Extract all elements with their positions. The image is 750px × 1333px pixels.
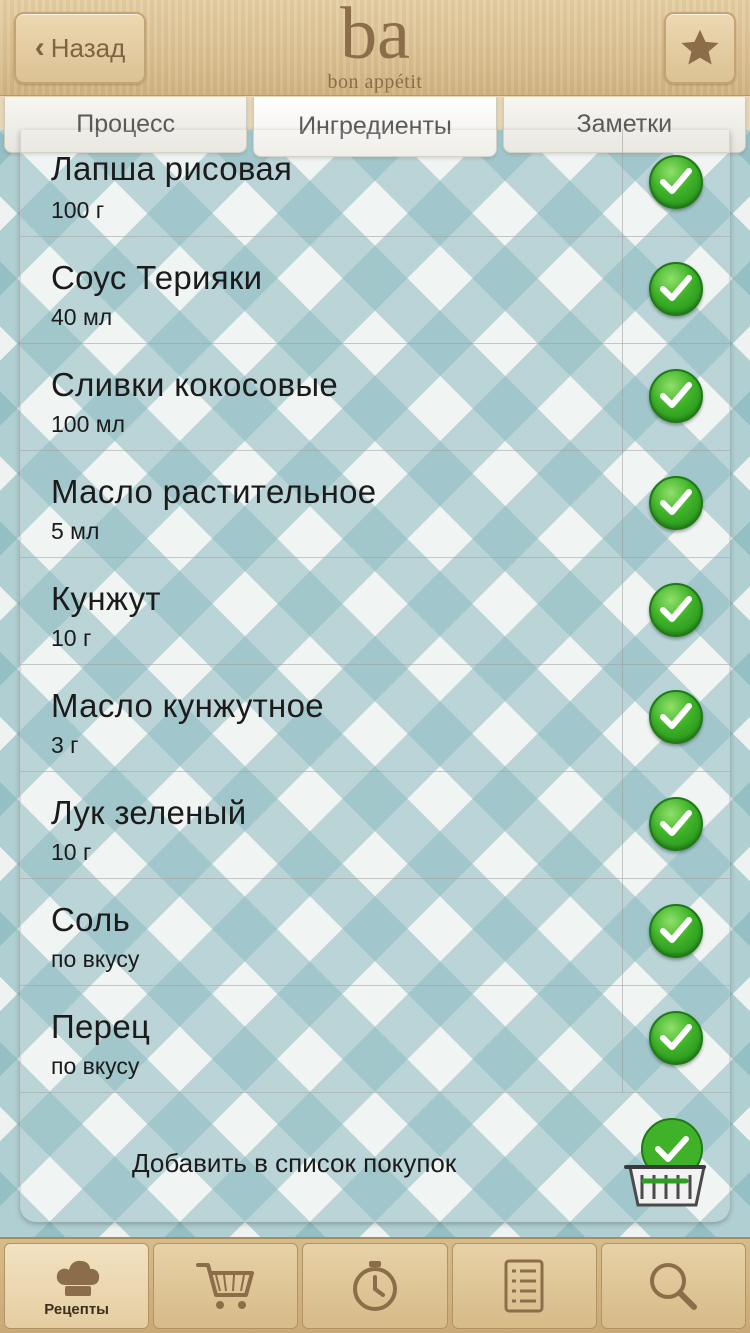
ingredient-name: Лук зеленый: [51, 794, 247, 831]
checkmark-icon[interactable]: [649, 262, 703, 316]
list-item[interactable]: Соус Терияки 40 мл: [20, 237, 730, 344]
list-item[interactable]: Масло кунжутное 3 г: [20, 665, 730, 772]
nav-recipes-label: Рецепты: [44, 1300, 109, 1318]
nav-recipes[interactable]: Рецепты: [4, 1243, 150, 1329]
star-icon: [681, 29, 719, 65]
list-item[interactable]: Кунжут 10 г: [20, 558, 730, 665]
checkmark-icon[interactable]: [649, 1011, 703, 1065]
add-to-list-label: Добавить в список покупок: [132, 1148, 457, 1178]
ingredient-quantity: 10 г: [51, 625, 92, 651]
back-button-label: Назад: [50, 32, 126, 63]
back-button[interactable]: ‹ Назад: [14, 12, 146, 84]
nav-timer[interactable]: [302, 1243, 448, 1329]
app-logo: ba bon appétit: [300, 0, 450, 94]
chevron-left-icon: ‹: [34, 31, 45, 64]
chef-hat-icon: [56, 1260, 99, 1296]
list-item[interactable]: Масло растительное 5 мл: [20, 451, 730, 558]
checkmark-icon[interactable]: [649, 476, 703, 530]
list-item[interactable]: Лук зеленый 10 г: [20, 772, 730, 879]
nav-search[interactable]: [600, 1243, 747, 1329]
ingredient-name: Соус Терияки: [51, 259, 263, 296]
list-item[interactable]: Сливки кокосовые 100 мл: [20, 344, 730, 451]
ingredient-quantity: 100 г: [51, 197, 105, 223]
ingredient-quantity: 10 г: [51, 839, 92, 865]
notes-icon: [504, 1259, 544, 1313]
checkmark-icon[interactable]: [649, 369, 703, 423]
search-icon: [650, 1263, 698, 1310]
list-item[interactable]: Лапша рисовая 100 г: [20, 130, 730, 237]
ingredient-quantity: 100 мл: [51, 411, 125, 437]
checkmark-icon[interactable]: [649, 155, 703, 209]
nav-cart[interactable]: [153, 1243, 299, 1329]
ingredient-name: Перец: [51, 1008, 151, 1045]
ingredient-quantity: по вкусу: [51, 1053, 140, 1079]
logo-text: bon appétit: [327, 71, 423, 93]
ingredient-name: Масло кунжутное: [51, 687, 324, 724]
checkmark-icon[interactable]: [649, 583, 703, 637]
checkmark-icon[interactable]: [649, 690, 703, 744]
add-to-shopping-list-button[interactable]: Добавить в список покупок: [20, 1093, 730, 1222]
checkmark-icon[interactable]: [649, 797, 703, 851]
app-header: ‹ Назад ba bon appétit: [0, 0, 750, 96]
logo-mark: ba: [340, 0, 410, 75]
checkmark-icon[interactable]: [649, 904, 703, 958]
ingredient-name: Масло растительное: [51, 473, 377, 510]
ingredient-name: Соль: [51, 901, 131, 938]
ingredient-quantity: 3 г: [51, 732, 79, 758]
logo-mark-text: ba: [340, 2, 410, 64]
ingredients-list[interactable]: Лапша рисовая 100 г Соус Терияки 40 мл С…: [20, 130, 730, 1093]
timer-icon: [353, 1261, 397, 1311]
ingredient-name: Сливки кокосовые: [51, 366, 339, 403]
nav-notes[interactable]: [451, 1243, 597, 1329]
favorite-button[interactable]: [664, 12, 736, 84]
basket-icon[interactable]: [622, 1115, 708, 1211]
ingredient-quantity: по вкусу: [51, 946, 140, 972]
list-item[interactable]: Перец по вкусу: [20, 986, 730, 1093]
cart-icon: [195, 1263, 254, 1309]
ingredient-quantity: 5 мл: [51, 518, 100, 544]
ingredient-quantity: 40 мл: [51, 304, 113, 330]
bottom-navigation: Рецепты: [0, 1237, 750, 1333]
list-item[interactable]: Соль по вкусу: [20, 879, 730, 986]
ingredient-name: Лапша рисовая: [51, 150, 293, 187]
ingredient-name: Кунжут: [51, 580, 161, 617]
